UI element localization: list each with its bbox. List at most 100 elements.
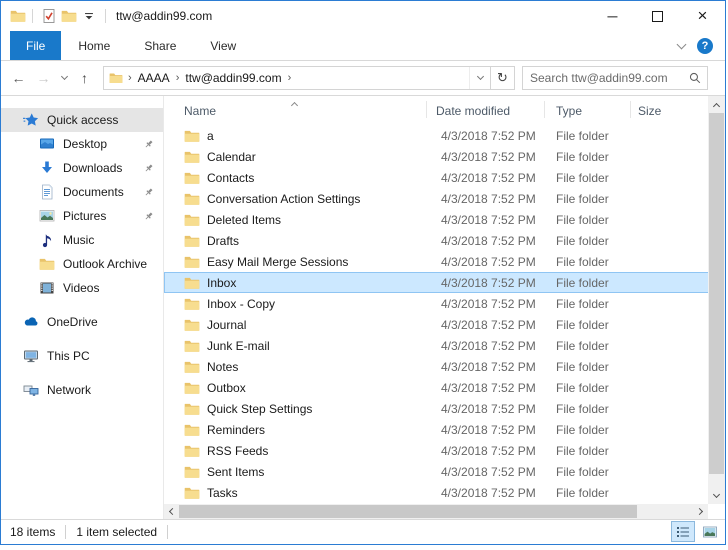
table-row-deleted-items[interactable]: Deleted Items 4/3/2018 7:52 PM File folder bbox=[164, 209, 725, 230]
recent-locations-button[interactable] bbox=[56, 65, 72, 91]
date-modified-cell: 4/3/2018 7:52 PM bbox=[441, 359, 536, 374]
statusbar-separator bbox=[65, 525, 67, 539]
table-row-quick-step-settings[interactable]: Quick Step Settings 4/3/2018 7:52 PM File … bbox=[164, 398, 725, 419]
breadcrumb-item-current[interactable]: ttw@addin99.com bbox=[185, 71, 281, 85]
column-header-type[interactable]: Type bbox=[544, 96, 630, 125]
back-button[interactable]: ← bbox=[6, 65, 31, 91]
folder-icon bbox=[184, 296, 200, 312]
details-view-button[interactable] bbox=[671, 521, 695, 542]
table-row-drafts[interactable]: Drafts 4/3/2018 7:52 PM File folder bbox=[164, 230, 725, 251]
table-row-tasks[interactable]: Tasks 4/3/2018 7:52 PM File folder bbox=[164, 482, 725, 503]
column-header-name[interactable]: Name bbox=[164, 96, 426, 125]
breadcrumb-item-aaaa[interactable]: AAAA bbox=[138, 71, 170, 85]
date-modified-cell: 4/3/2018 7:52 PM bbox=[441, 380, 536, 395]
type-cell: File folder bbox=[556, 485, 609, 500]
scroll-right-button[interactable] bbox=[693, 504, 708, 519]
table-row-conversation-action-settings[interactable]: Conversation Action Settings 4/3/2018 7:5… bbox=[164, 188, 725, 209]
folder-icon bbox=[184, 128, 200, 144]
date-modified-cell: 4/3/2018 7:52 PM bbox=[441, 443, 536, 458]
column-divider[interactable] bbox=[544, 101, 545, 118]
refresh-button[interactable]: ↻ bbox=[491, 66, 515, 90]
sidebar-item-outlook-archive[interactable]: Outlook Archive bbox=[1, 252, 163, 276]
column-header-size-label: Size bbox=[638, 103, 662, 118]
scroll-left-button[interactable] bbox=[164, 504, 179, 519]
qat-properties-button[interactable] bbox=[39, 5, 59, 27]
up-button[interactable]: ↑ bbox=[72, 65, 97, 91]
folder-icon bbox=[184, 401, 200, 417]
table-row-contacts[interactable]: Contacts 4/3/2018 7:52 PM File folder bbox=[164, 167, 725, 188]
file-name-cell: Reminders bbox=[164, 422, 426, 438]
vertical-scroll-thumb[interactable] bbox=[709, 113, 724, 474]
table-row-reminders[interactable]: Reminders 4/3/2018 7:52 PM File folder bbox=[164, 419, 725, 440]
sidebar-item-documents[interactable]: Documents bbox=[1, 180, 163, 204]
tab-share[interactable]: Share bbox=[127, 31, 193, 60]
help-button[interactable]: ? bbox=[697, 37, 713, 54]
tab-home[interactable]: Home bbox=[61, 31, 127, 60]
ribbon-right-controls: ? bbox=[676, 31, 725, 60]
file-name-label: Junk E-mail bbox=[207, 338, 270, 353]
sidebar-item-desktop[interactable]: Desktop bbox=[1, 132, 163, 156]
sidebar-item-onedrive[interactable]: OneDrive bbox=[1, 310, 163, 334]
qat-new-folder-button[interactable] bbox=[59, 5, 79, 27]
table-row-sent-items[interactable]: Sent Items 4/3/2018 7:52 PM File folder bbox=[164, 461, 725, 482]
back-icon: ← bbox=[11, 70, 26, 86]
folder-icon bbox=[184, 317, 200, 333]
address-bar: ← → ↑ › AAAA › ttw@addin99.com › ↻ bbox=[1, 61, 725, 96]
thumbnail-view-button[interactable] bbox=[698, 521, 722, 542]
scroll-up-button[interactable] bbox=[708, 96, 725, 113]
table-row-journal[interactable]: Journal 4/3/2018 7:52 PM File folder bbox=[164, 314, 725, 335]
table-row-calendar[interactable]: Calendar 4/3/2018 7:52 PM File folder bbox=[164, 146, 725, 167]
table-row-inbox-copy[interactable]: Inbox - Copy 4/3/2018 7:52 PM File folder bbox=[164, 293, 725, 314]
sidebar-item-music[interactable]: Music bbox=[1, 228, 163, 252]
view-toggle-buttons bbox=[671, 521, 722, 542]
table-row-rss-feeds[interactable]: RSS Feeds 4/3/2018 7:52 PM File folder bbox=[164, 440, 725, 461]
type-cell: File folder bbox=[556, 233, 609, 248]
close-button[interactable]: × bbox=[680, 1, 725, 31]
table-row-inbox[interactable]: Inbox 4/3/2018 7:52 PM File folder bbox=[164, 272, 725, 293]
column-header-size[interactable]: Size bbox=[630, 96, 708, 125]
sidebar-item-quick-access[interactable]: Quick access bbox=[1, 108, 163, 132]
address-dropdown-button[interactable] bbox=[469, 67, 490, 89]
date-modified-cell: 4/3/2018 7:52 PM bbox=[441, 317, 536, 332]
sidebar-item-network[interactable]: Network bbox=[1, 378, 163, 402]
sidebar-item-pictures[interactable]: Pictures bbox=[1, 204, 163, 228]
address-box[interactable]: › AAAA › ttw@addin99.com › bbox=[103, 66, 491, 90]
search-icon[interactable] bbox=[688, 71, 702, 85]
table-row-a[interactable]: a 4/3/2018 7:52 PM File folder bbox=[164, 125, 725, 146]
tab-view[interactable]: View bbox=[193, 31, 253, 60]
sidebar-item-this-pc[interactable]: This PC bbox=[1, 344, 163, 368]
tab-file[interactable]: File bbox=[10, 31, 62, 60]
sidebar-item-videos[interactable]: Videos bbox=[1, 276, 163, 300]
type-cell: File folder bbox=[556, 191, 609, 206]
table-row-easy-mail-merge-sessions[interactable]: Easy Mail Merge Sessions 4/3/2018 7:52 PM… bbox=[164, 251, 725, 272]
forward-button[interactable]: → bbox=[31, 65, 56, 91]
file-name-label: Inbox bbox=[207, 275, 237, 290]
search-input[interactable] bbox=[523, 71, 688, 85]
qat-customize-button[interactable] bbox=[79, 5, 99, 27]
date-modified-cell: 4/3/2018 7:52 PM bbox=[441, 254, 536, 269]
documents-icon bbox=[39, 184, 55, 200]
sidebar-item-label: Pictures bbox=[63, 209, 107, 223]
minimize-button[interactable]: ─ bbox=[590, 1, 635, 31]
file-name-cell: Drafts bbox=[164, 233, 426, 249]
horizontal-scrollbar[interactable] bbox=[164, 504, 708, 519]
folder-icon bbox=[184, 275, 200, 291]
sidebar-item-downloads[interactable]: Downloads bbox=[1, 156, 163, 180]
table-row-junk-e-mail[interactable]: Junk E-mail 4/3/2018 7:52 PM File folder bbox=[164, 335, 725, 356]
expand-ribbon-icon[interactable] bbox=[676, 39, 687, 49]
table-row-outbox[interactable]: Outbox 4/3/2018 7:52 PM File folder bbox=[164, 377, 725, 398]
file-name-label: Deleted Items bbox=[207, 212, 282, 227]
table-row-notes[interactable]: Notes 4/3/2018 7:52 PM File folder bbox=[164, 356, 725, 377]
forward-icon: → bbox=[36, 70, 51, 86]
vertical-scrollbar[interactable] bbox=[708, 96, 725, 504]
sidebar-item-label: Documents bbox=[63, 185, 124, 199]
file-name-label: Calendar bbox=[207, 149, 256, 164]
column-header-date-modified[interactable]: Date modified bbox=[426, 96, 544, 125]
maximize-button[interactable] bbox=[635, 1, 680, 31]
scroll-down-button[interactable] bbox=[708, 487, 725, 504]
horizontal-scroll-thumb[interactable] bbox=[179, 505, 637, 518]
column-divider[interactable] bbox=[630, 101, 631, 118]
thumbnail-view-icon bbox=[702, 524, 718, 540]
type-cell: File folder bbox=[556, 170, 609, 185]
column-divider[interactable] bbox=[426, 101, 427, 118]
